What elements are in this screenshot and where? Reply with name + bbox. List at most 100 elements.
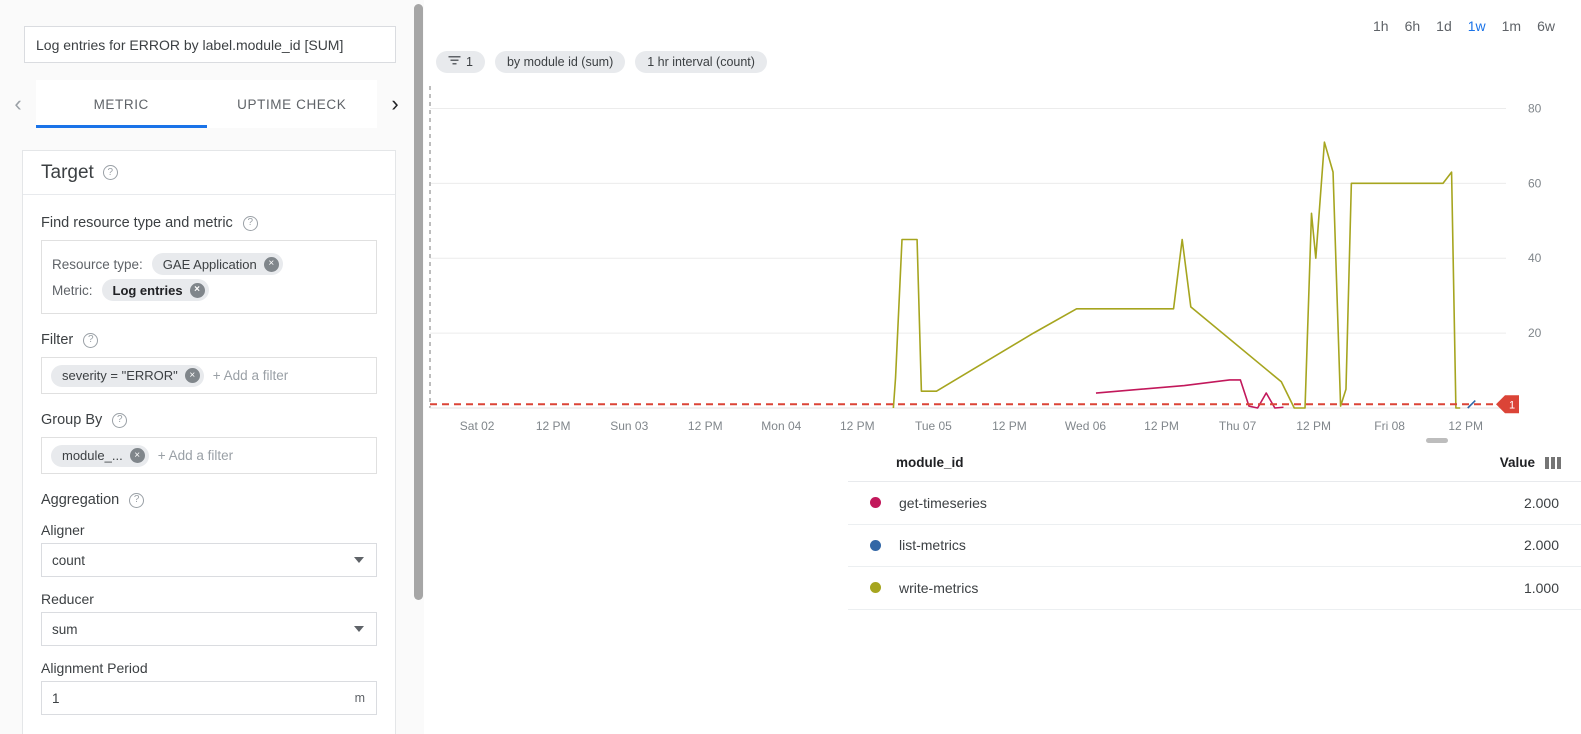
table-row[interactable]: get-timeseries 2.000	[848, 482, 1581, 525]
chart-svg: 204060801Sat 0212 PMSun 0312 PMMon 0412 …	[424, 78, 1581, 440]
svg-text:40: 40	[1528, 251, 1542, 265]
tab-navigation: ‹ METRIC UPTIME CHECK ›	[0, 80, 413, 128]
alignment-period-input[interactable]: 1 m	[41, 681, 377, 715]
table-row[interactable]: write-metrics 1.000	[848, 567, 1581, 610]
alignment-period-value: 1	[52, 691, 60, 706]
chart-title-input[interactable]: Log entries for ERROR by label.module_id…	[24, 26, 396, 63]
time-range-6w[interactable]: 6w	[1529, 16, 1563, 36]
left-panel-scrollbar[interactable]	[412, 0, 424, 734]
svg-text:12 PM: 12 PM	[536, 419, 571, 433]
tab-metric[interactable]: METRIC	[36, 80, 207, 128]
filter-section-label: Filter ?	[41, 332, 377, 348]
metric-label: Metric:	[52, 283, 93, 298]
svg-text:12 PM: 12 PM	[1144, 419, 1179, 433]
tab-strip: METRIC UPTIME CHECK	[36, 80, 377, 128]
chevron-right-icon[interactable]: ›	[377, 80, 413, 128]
svg-text:12 PM: 12 PM	[1296, 419, 1331, 433]
close-icon[interactable]: ×	[190, 283, 205, 298]
column-settings-icon[interactable]	[1545, 457, 1561, 469]
reducer-label: Reducer	[41, 591, 377, 607]
svg-text:Wed 06: Wed 06	[1065, 419, 1106, 433]
svg-text:20: 20	[1528, 326, 1542, 340]
close-icon[interactable]: ×	[130, 448, 145, 463]
threshold-marker: 1	[1496, 395, 1519, 413]
close-icon[interactable]: ×	[185, 368, 200, 383]
find-resource-label-text: Find resource type and metric	[41, 215, 233, 231]
panel-resize-handle[interactable]	[1426, 438, 1448, 443]
close-icon[interactable]: ×	[264, 257, 279, 272]
time-range-1h[interactable]: 1h	[1365, 16, 1397, 36]
monitoring-metric-explorer: Log entries for ERROR by label.module_id…	[0, 0, 1581, 734]
svg-text:1: 1	[1509, 399, 1515, 411]
time-series-chart[interactable]: 204060801Sat 0212 PMSun 0312 PMMon 0412 …	[424, 78, 1573, 440]
column-header-module-id[interactable]: module_id	[896, 455, 964, 470]
table-row[interactable]: list-metrics 2.000	[848, 525, 1581, 568]
group-by-input[interactable]: module_... × + Add a filter	[41, 437, 377, 474]
svg-text:12 PM: 12 PM	[840, 419, 875, 433]
series-name: write-metrics	[899, 580, 1461, 596]
filter-funnel-icon	[448, 55, 461, 69]
resource-type-chip[interactable]: GAE Application ×	[152, 253, 283, 275]
group-by-chip[interactable]: module_... ×	[51, 445, 149, 467]
column-header-value[interactable]: Value	[1425, 455, 1545, 470]
metric-chip[interactable]: Log entries ×	[102, 279, 209, 301]
series-value: 2.000	[1461, 537, 1581, 553]
chevron-left-icon[interactable]: ‹	[0, 80, 36, 128]
help-icon[interactable]: ?	[103, 165, 118, 180]
help-icon[interactable]: ?	[243, 216, 258, 231]
time-range-1d[interactable]: 1d	[1428, 16, 1460, 36]
alignment-period-label: Alignment Period	[41, 660, 377, 676]
filter-input[interactable]: severity = "ERROR" × + Add a filter	[41, 357, 377, 394]
chevron-down-icon	[354, 626, 364, 632]
group-by-label-text: Group By	[41, 412, 102, 428]
resource-metric-box: Resource type: GAE Application × Metric:…	[41, 240, 377, 314]
aggregation-section-label: Aggregation ?	[41, 492, 377, 508]
series-value: 2.000	[1461, 495, 1581, 511]
filter-count-label: 1	[466, 55, 473, 69]
time-range-6h[interactable]: 6h	[1397, 16, 1429, 36]
alignment-period-unit: m	[355, 691, 365, 705]
time-range-1m[interactable]: 1m	[1494, 16, 1529, 36]
target-card: Target ? Find resource type and metric ?…	[22, 150, 396, 734]
filter-count-chip[interactable]: 1	[436, 51, 485, 73]
legend-table: module_id Value get-timeseries 2.000 lis…	[848, 444, 1581, 734]
chart-panel: 1h 6h 1d 1w 1m 6w 1 by module id (sum)	[424, 0, 1581, 734]
svg-text:12 PM: 12 PM	[992, 419, 1027, 433]
add-group-by-placeholder[interactable]: + Add a filter	[158, 448, 233, 463]
metric-chip-label: Log entries	[113, 283, 183, 298]
aligner-select[interactable]: count	[41, 543, 377, 577]
help-icon[interactable]: ?	[129, 493, 144, 508]
svg-text:Fri 08: Fri 08	[1374, 419, 1405, 433]
filter-chip[interactable]: severity = "ERROR" ×	[51, 365, 204, 387]
left-config-panel: Log entries for ERROR by label.module_id…	[0, 0, 424, 734]
series-color-swatch	[870, 582, 881, 593]
filter-chip-label: severity = "ERROR"	[62, 368, 178, 383]
interval-chip[interactable]: 1 hr interval (count)	[635, 51, 767, 73]
interval-chip-label: 1 hr interval (count)	[647, 55, 755, 69]
chart-title-text: Log entries for ERROR by label.module_id…	[36, 37, 343, 53]
series-color-swatch	[870, 497, 881, 508]
tab-uptime-check-label: UPTIME CHECK	[237, 97, 346, 112]
group-by-section-label: Group By ?	[41, 412, 377, 428]
target-title: Target	[41, 162, 94, 184]
group-by-chip[interactable]: by module id (sum)	[495, 51, 625, 73]
metric-row: Metric: Log entries ×	[52, 279, 366, 301]
resource-type-chip-label: GAE Application	[163, 257, 257, 272]
time-range-1w[interactable]: 1w	[1460, 16, 1494, 36]
time-range-selector: 1h 6h 1d 1w 1m 6w	[1365, 16, 1563, 36]
group-by-chip-label: module_...	[62, 448, 123, 463]
help-icon[interactable]: ?	[112, 413, 127, 428]
series-name: get-timeseries	[899, 495, 1461, 511]
help-icon[interactable]: ?	[83, 333, 98, 348]
svg-text:Mon 04: Mon 04	[761, 419, 801, 433]
add-filter-placeholder[interactable]: + Add a filter	[213, 368, 288, 383]
target-card-header: Target ?	[23, 151, 395, 195]
resource-type-label: Resource type:	[52, 257, 143, 272]
filter-label-text: Filter	[41, 332, 73, 348]
scrollbar-thumb[interactable]	[414, 4, 423, 600]
reducer-select[interactable]: sum	[41, 612, 377, 646]
svg-text:Sat 02: Sat 02	[460, 419, 495, 433]
aligner-label: Aligner	[41, 522, 377, 538]
series-name: list-metrics	[899, 537, 1461, 553]
tab-uptime-check[interactable]: UPTIME CHECK	[207, 80, 378, 128]
